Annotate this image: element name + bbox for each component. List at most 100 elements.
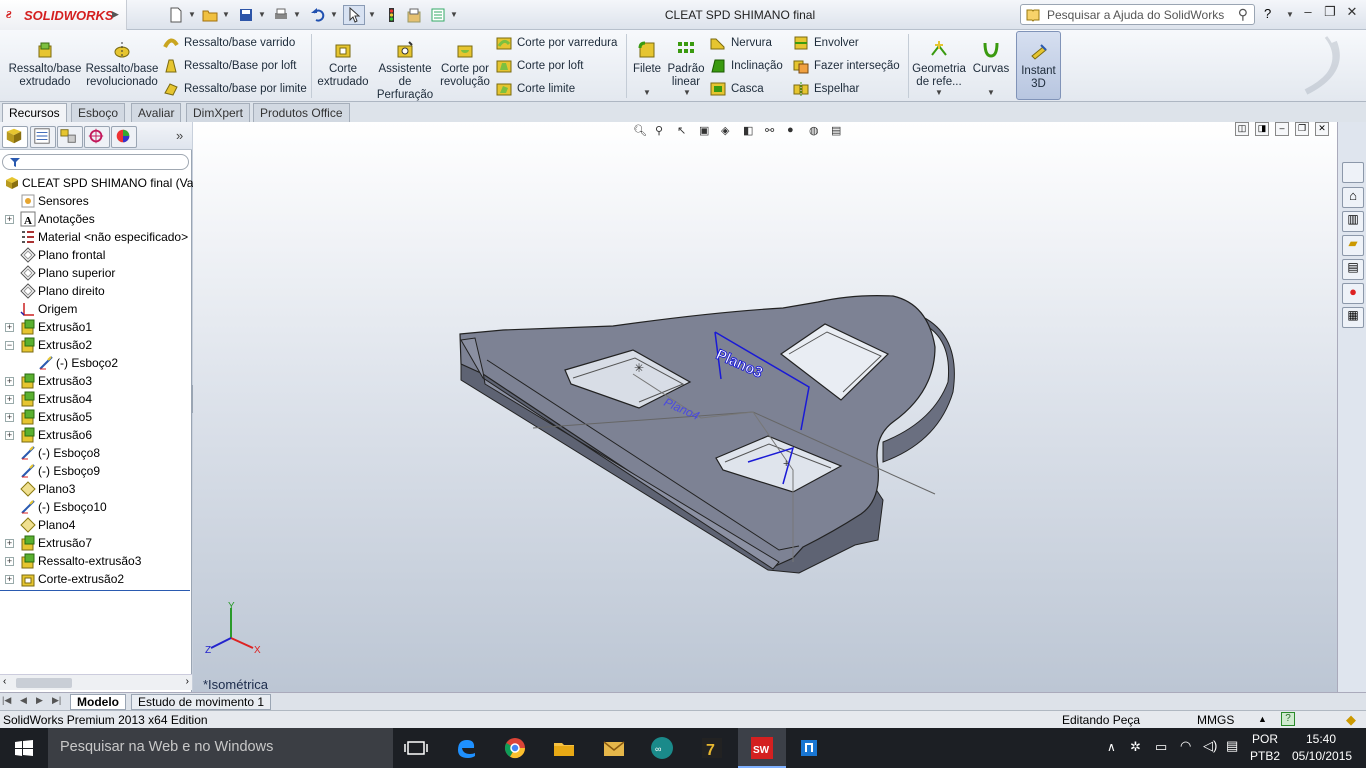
notification-icon[interactable]: ▤ bbox=[1226, 738, 1238, 754]
chevron-down-icon[interactable]: ▼ bbox=[1286, 10, 1294, 19]
mail-app-icon[interactable] bbox=[600, 734, 628, 762]
cleat-model[interactable]: Plano3 Plano4 ✳ + bbox=[193, 122, 1337, 692]
tree-item[interactable]: (-) Esboço9 bbox=[0, 462, 192, 480]
tree-item[interactable]: + Extrusão6 bbox=[0, 426, 192, 444]
tree-item[interactable]: Material <não especificado> bbox=[0, 228, 192, 246]
tab-avaliar[interactable]: Avaliar bbox=[131, 103, 182, 122]
linear-pattern-button[interactable]: Padrão linear bbox=[666, 32, 706, 89]
solidworks-resources-icon[interactable] bbox=[1342, 162, 1364, 183]
expand-toggle-icon[interactable]: − bbox=[5, 341, 14, 350]
input-language-1[interactable]: POR bbox=[1252, 732, 1278, 746]
tree-item[interactable]: + Extrusão4 bbox=[0, 390, 192, 408]
tree-item[interactable]: Plano superior bbox=[0, 264, 192, 282]
tree-horizontal-scrollbar[interactable]: ‹ › bbox=[0, 674, 192, 690]
bluetooth-icon[interactable]: ✲ bbox=[1130, 739, 1141, 755]
chrome-icon[interactable] bbox=[501, 734, 529, 762]
tree-item[interactable]: Origem bbox=[0, 300, 192, 318]
configuration-manager-tab[interactable] bbox=[57, 126, 83, 148]
help-status-icon[interactable]: ? bbox=[1281, 712, 1295, 726]
chevron-down-icon[interactable]: ▼ bbox=[368, 10, 376, 19]
rebuild-icon[interactable] bbox=[380, 5, 402, 25]
clock-time[interactable]: 15:40 bbox=[1306, 732, 1336, 746]
tab-nav-last-icon[interactable]: ▶| bbox=[52, 695, 61, 706]
tree-item[interactable]: Plano4 bbox=[0, 516, 192, 534]
print-icon[interactable] bbox=[270, 5, 292, 25]
tree-item[interactable]: + A Anotações bbox=[0, 210, 192, 228]
app-icon[interactable] bbox=[795, 734, 823, 762]
custom-properties-icon[interactable]: ▦ bbox=[1342, 307, 1364, 328]
tab-nav-prev-icon[interactable]: ◀ bbox=[20, 695, 27, 706]
show-hidden-icons[interactable]: ∧ bbox=[1107, 740, 1116, 754]
expand-toggle-icon[interactable]: + bbox=[5, 377, 14, 386]
expand-toggle-icon[interactable]: + bbox=[5, 431, 14, 440]
task-view-icon[interactable] bbox=[402, 734, 430, 762]
chevron-down-icon[interactable]: ▼ bbox=[987, 88, 995, 97]
intersect-button[interactable]: Fazer interseção bbox=[793, 56, 900, 76]
reference-geometry-button[interactable]: Geometria de refe... bbox=[911, 32, 967, 89]
tree-item[interactable]: (-) Esboço2 bbox=[0, 354, 192, 372]
battery-icon[interactable]: ▭ bbox=[1155, 739, 1167, 755]
tree-item[interactable]: + Extrusão3 bbox=[0, 372, 192, 390]
dimxpert-manager-tab[interactable] bbox=[84, 126, 110, 148]
scroll-left-icon[interactable]: ‹ bbox=[3, 676, 6, 687]
rollback-bar[interactable] bbox=[0, 590, 190, 591]
chevron-down-icon[interactable]: ▼ bbox=[683, 88, 691, 97]
tree-item[interactable]: Sensores bbox=[0, 192, 192, 210]
property-manager-tab[interactable] bbox=[30, 126, 56, 148]
boundary-cut-button[interactable]: Corte limite bbox=[496, 79, 575, 99]
fillet-button[interactable]: Filete bbox=[630, 32, 664, 76]
restore-button[interactable]: ❐ bbox=[1320, 4, 1340, 24]
new-document-icon[interactable] bbox=[165, 5, 187, 25]
clock-date[interactable]: 05/10/2015 bbox=[1292, 749, 1352, 763]
save-icon[interactable] bbox=[235, 5, 257, 25]
tab-nav-first-icon[interactable]: |◀ bbox=[2, 695, 11, 706]
revolved-cut-button[interactable]: Corte por revolução bbox=[437, 32, 493, 89]
expand-toggle-icon[interactable]: + bbox=[5, 323, 14, 332]
tree-filter-input[interactable] bbox=[2, 154, 189, 170]
tree-item[interactable]: CLEAT SPD SHIMANO final (Va bbox=[0, 174, 193, 192]
options-icon[interactable] bbox=[427, 5, 449, 25]
expand-toggle-icon[interactable]: + bbox=[5, 575, 14, 584]
tree-item[interactable]: + Corte-extrusão2 bbox=[0, 570, 192, 588]
boundary-boss-button[interactable]: Ressalto/base por limite bbox=[163, 79, 307, 99]
expand-toggle-icon[interactable]: + bbox=[5, 539, 14, 548]
tab-estudo-movimento[interactable]: Estudo de movimento 1 bbox=[131, 694, 272, 710]
help-button[interactable]: ? bbox=[1264, 6, 1271, 21]
menu-arrow-icon[interactable]: ▶ bbox=[112, 9, 119, 20]
close-button[interactable]: ✕ bbox=[1342, 4, 1362, 24]
expand-panel-icon[interactable]: » bbox=[176, 128, 183, 143]
7zip-icon[interactable]: 7 bbox=[698, 734, 726, 762]
tree-item[interactable]: + Extrusão1 bbox=[0, 318, 192, 336]
windows-start-icon[interactable] bbox=[15, 740, 33, 756]
tab-dimxpert[interactable]: DimXpert bbox=[186, 103, 251, 122]
units-selector[interactable]: MMGS bbox=[1197, 713, 1234, 727]
undo-icon[interactable] bbox=[307, 5, 329, 25]
revolved-boss-button[interactable]: Ressalto/base revolucionado bbox=[84, 32, 160, 89]
expand-toggle-icon[interactable]: + bbox=[5, 413, 14, 422]
display-manager-tab[interactable] bbox=[111, 126, 137, 148]
curves-button[interactable]: Curvas bbox=[970, 32, 1012, 76]
taskbar-search-input[interactable]: Pesquisar na Web e no Windows bbox=[48, 728, 393, 768]
expand-toggle-icon[interactable]: + bbox=[5, 395, 14, 404]
chevron-up-icon[interactable]: ▲ bbox=[1258, 714, 1267, 724]
search-icon[interactable]: ⚲ bbox=[1238, 6, 1248, 23]
wrap-button[interactable]: Envolver bbox=[793, 33, 859, 53]
swept-boss-button[interactable]: Ressalto/base varrido bbox=[163, 33, 295, 53]
expand-toggle-icon[interactable]: + bbox=[5, 557, 14, 566]
tree-item[interactable]: + Extrusão5 bbox=[0, 408, 192, 426]
chevron-down-icon[interactable]: ▼ bbox=[643, 88, 651, 97]
tree-item[interactable]: (-) Esboço8 bbox=[0, 444, 192, 462]
home-icon[interactable]: ⌂ bbox=[1342, 187, 1364, 208]
wifi-icon[interactable]: ◠ bbox=[1180, 738, 1191, 754]
help-search-input[interactable]: Pesquisar a Ajuda do SolidWorks ⚲ bbox=[1020, 4, 1255, 25]
loft-boss-button[interactable]: Ressalto/Base por loft bbox=[163, 56, 297, 76]
chevron-down-icon[interactable]: ▼ bbox=[258, 10, 266, 19]
tree-item[interactable]: − Extrusão2 bbox=[0, 336, 192, 354]
minimize-button[interactable]: – bbox=[1298, 4, 1318, 24]
feature-manager-tab[interactable] bbox=[2, 126, 28, 148]
input-language-2[interactable]: PTB2 bbox=[1250, 749, 1280, 763]
rib-button[interactable]: Nervura bbox=[710, 33, 772, 53]
scroll-thumb[interactable] bbox=[16, 678, 72, 688]
solidworks-logo[interactable]: ƨ SOLIDWORKS bbox=[0, 0, 127, 30]
tree-item[interactable]: + Extrusão7 bbox=[0, 534, 192, 552]
